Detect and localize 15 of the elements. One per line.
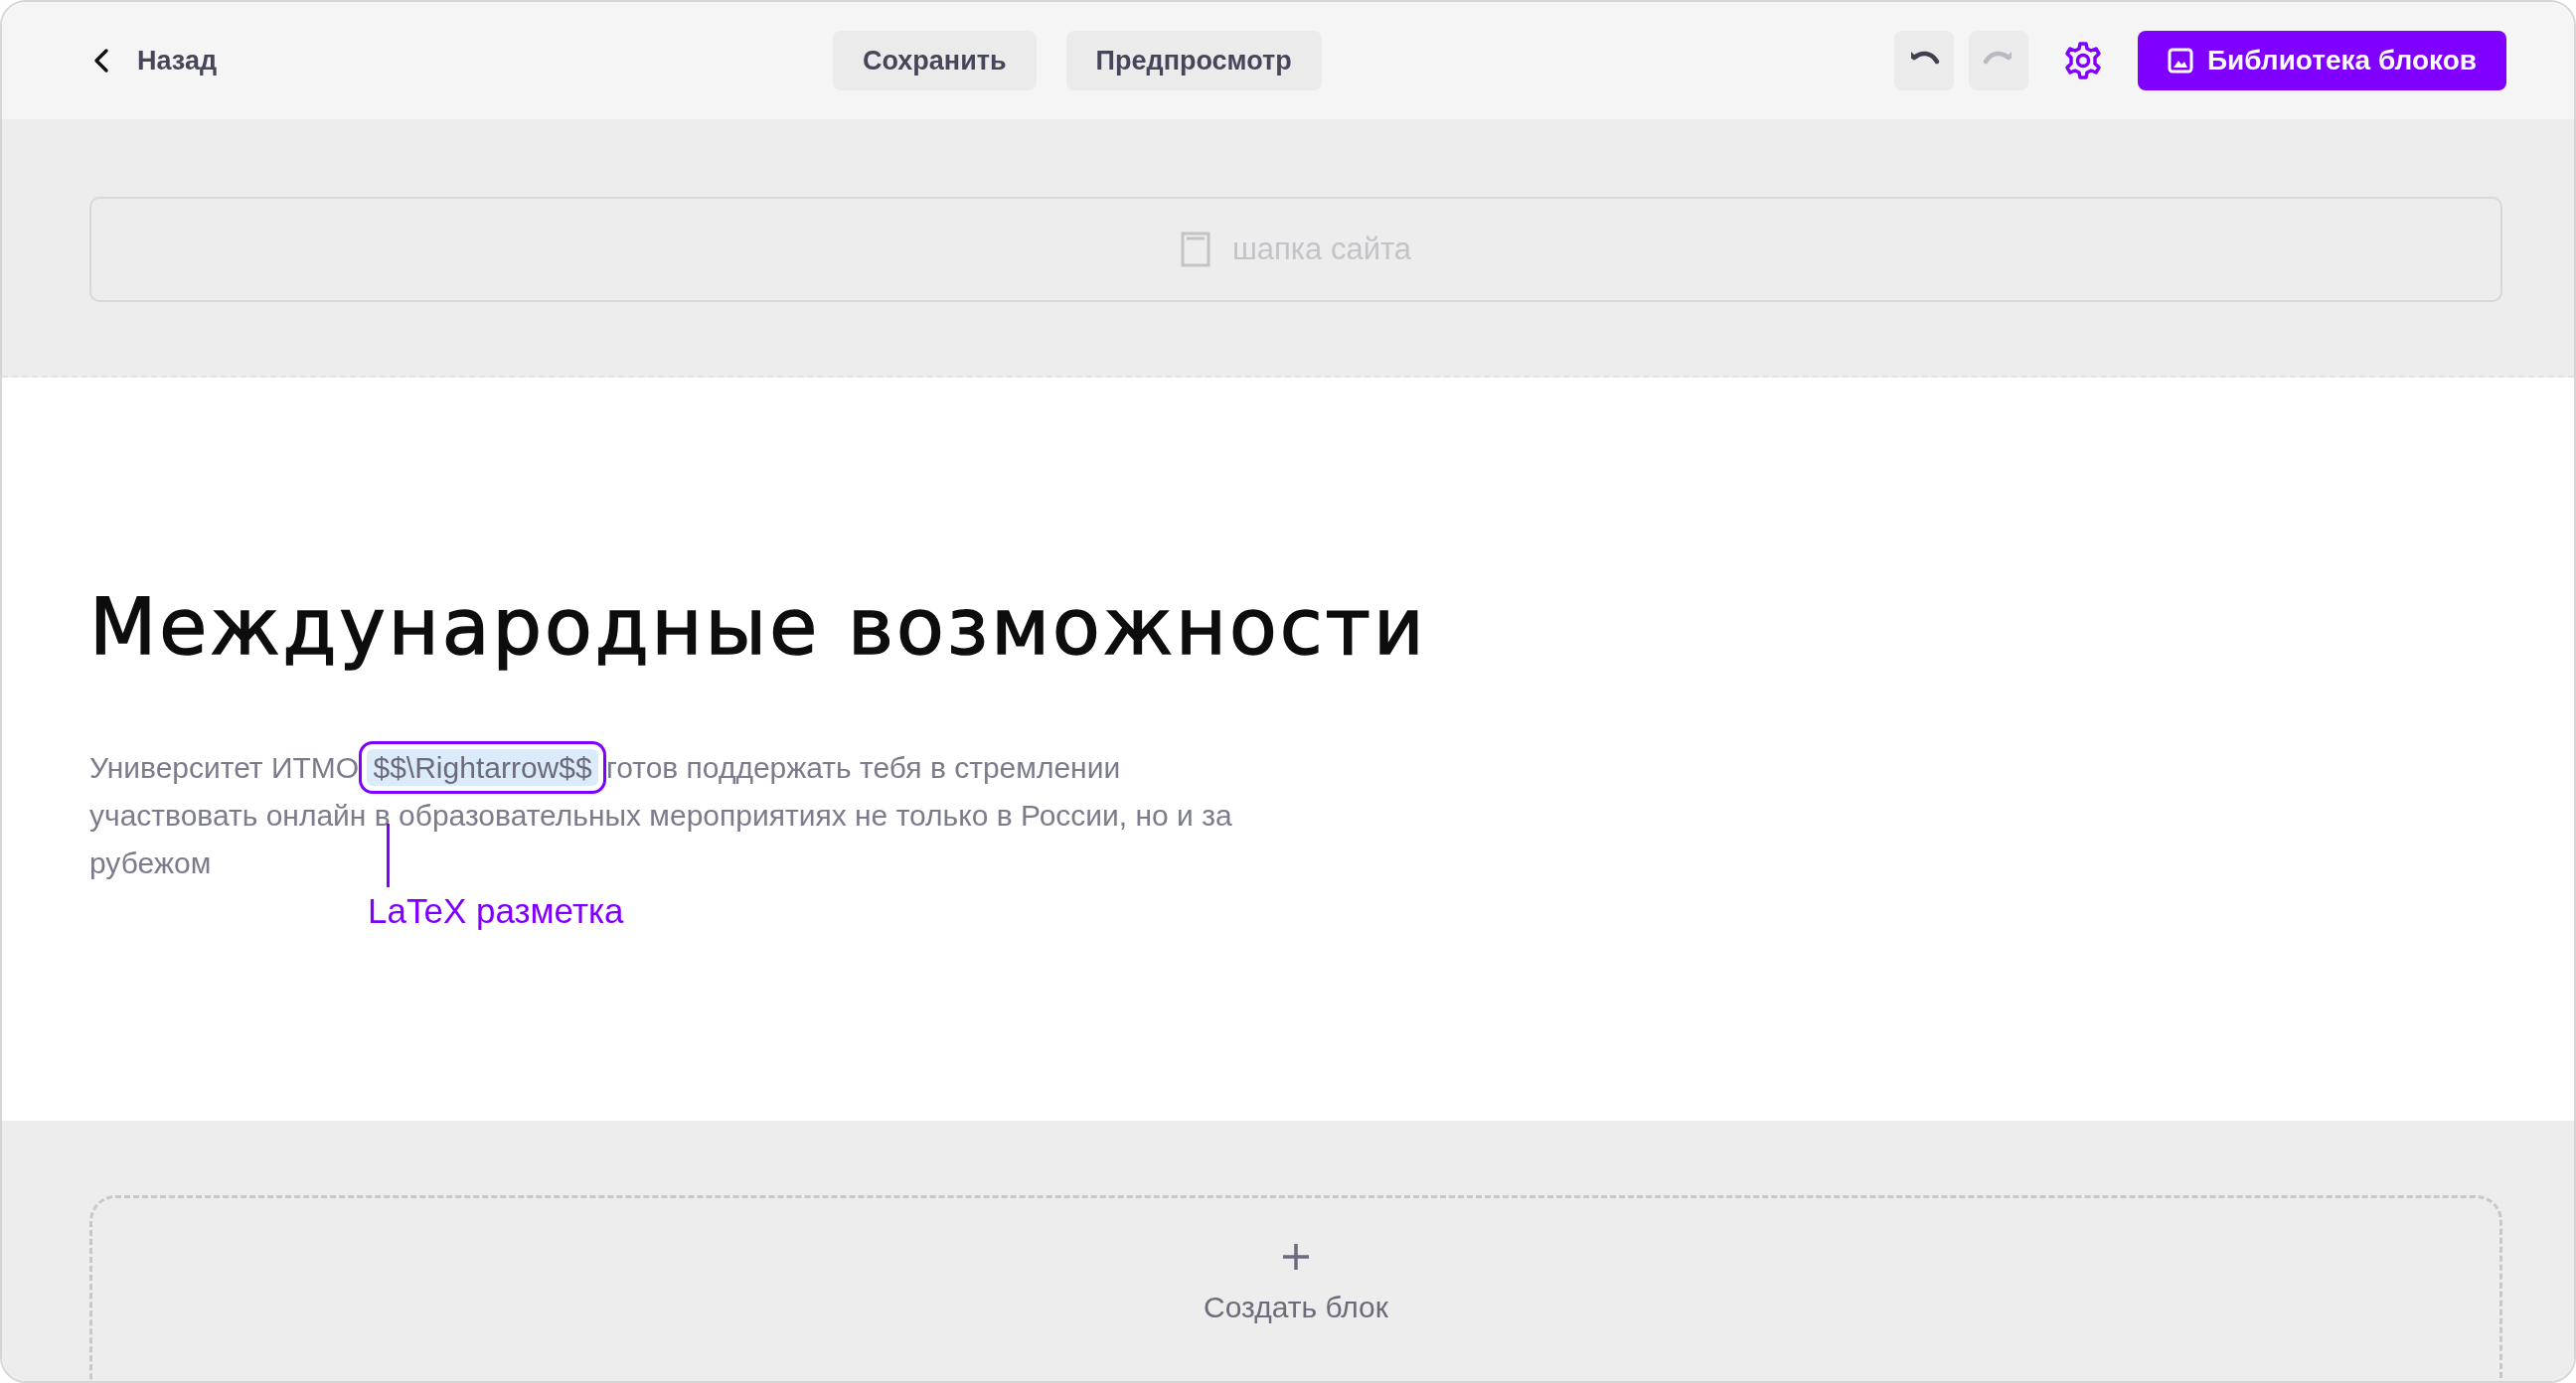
settings-icon[interactable] bbox=[2062, 41, 2103, 80]
undo-button[interactable] bbox=[1893, 31, 1954, 90]
plus-icon bbox=[1282, 1243, 1310, 1271]
page-icon bbox=[1180, 231, 1210, 267]
image-icon bbox=[2167, 48, 2193, 74]
chevron-left-icon bbox=[91, 48, 111, 74]
block-library-button[interactable]: Библиотека блоков bbox=[2137, 31, 2506, 90]
section-title: Международные возможности bbox=[89, 581, 1428, 673]
paragraph[interactable]: Университет ИТМО $$\Rightarrow$$ готов поддержать тебя в стремлении участвовать онлайн в образовательных мероприятиях не только в России, но и за рубежом bbox=[89, 744, 1272, 887]
toolbar-button[interactable]: Сохранить bbox=[833, 31, 1037, 90]
leader-line bbox=[387, 824, 390, 887]
toolbar-button[interactable]: Предпросмотр bbox=[1065, 31, 1322, 90]
create-block-button[interactable]: Создать блок bbox=[89, 1195, 2502, 1381]
annotation-label: LaTeX разметка bbox=[368, 891, 624, 931]
back-button[interactable]: Назад bbox=[91, 45, 218, 77]
